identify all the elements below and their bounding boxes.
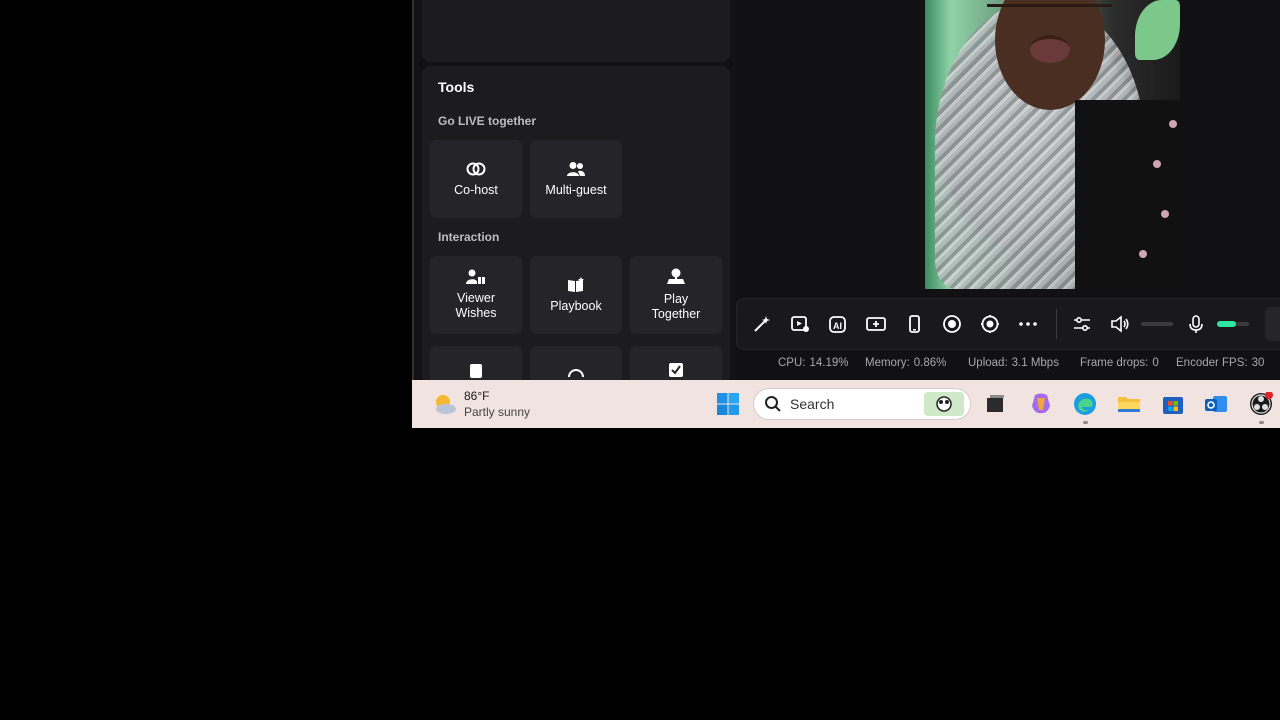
tool-tile-row3-2[interactable]: [530, 346, 622, 380]
ai-icon: AI: [829, 316, 846, 333]
book-icon: [568, 276, 584, 292]
microphone-button[interactable]: [1185, 313, 1207, 335]
obs-running-indicator: [1259, 421, 1264, 424]
play-together-icon: [667, 268, 685, 284]
control-separator: [1056, 309, 1057, 339]
outlook-icon[interactable]: [1204, 392, 1228, 416]
memory-stat: Memory: 0.86%: [865, 357, 947, 369]
multi-guest-label: Multi-guest: [545, 182, 607, 197]
speaker-icon: [1111, 315, 1129, 333]
tools-panel: Tools Go LIVE together Co-host Multi-gue…: [422, 66, 730, 380]
tool-tile-row3-1[interactable]: [430, 346, 522, 380]
magic-wand-icon: [754, 316, 770, 332]
weather-temp: 86°F: [464, 389, 490, 403]
left-panel: Tools Go LIVE together Co-host Multi-gue…: [414, 0, 736, 380]
record-icon: [943, 315, 961, 333]
streaming-app-window: Tools Go LIVE together Co-host Multi-gue…: [412, 0, 1280, 380]
tool-tile-row3-3[interactable]: [630, 346, 722, 380]
multi-guest-button[interactable]: Multi-guest: [530, 140, 622, 218]
media-button[interactable]: [789, 313, 811, 335]
ai-button[interactable]: AI: [827, 313, 849, 335]
add-source-button[interactable]: [865, 313, 887, 335]
mic-volume-level: [1217, 321, 1236, 327]
top-card: [422, 0, 730, 62]
effects-button[interactable]: [751, 313, 773, 335]
co-host-label: Co-host: [454, 182, 498, 197]
search-highlight-icon: [924, 392, 964, 416]
playbook-label: Playbook: [550, 298, 602, 313]
record-button[interactable]: [941, 313, 963, 335]
windows-taskbar: 86°F Partly sunny Search: [412, 380, 1280, 428]
phone-icon: [909, 315, 920, 333]
frame-drops-stat: Frame drops: 0: [1080, 357, 1159, 369]
edge-icon[interactable]: [1073, 392, 1097, 416]
stream-control-bar: AI: [736, 298, 1280, 350]
settings-adjust-button[interactable]: [1071, 313, 1093, 335]
svg-text:AI: AI: [833, 321, 842, 331]
viewer-wishes-label: Viewer Wishes: [455, 291, 497, 320]
obs-icon[interactable]: [1249, 392, 1273, 416]
weather-widget[interactable]: 86°F Partly sunny: [432, 388, 530, 420]
windows-start-icon[interactable]: [716, 392, 740, 416]
playbook-button[interactable]: Playbook: [530, 256, 622, 334]
phone-button[interactable]: [903, 313, 925, 335]
media-icon: [791, 316, 809, 332]
play-together-button[interactable]: Play Together: [630, 256, 722, 334]
interaction-section-label: Interaction: [438, 230, 500, 244]
edge-running-indicator: [1083, 421, 1088, 424]
play-together-label: Play Together: [651, 292, 701, 321]
users-icon: [567, 161, 585, 176]
speaker-volume-slider[interactable]: [1141, 322, 1173, 326]
taskbar-search[interactable]: Search: [753, 388, 971, 420]
link-icon: [466, 162, 486, 175]
gift-user-icon: [466, 269, 485, 284]
partly-sunny-icon: [436, 395, 456, 414]
more-icon: [1019, 322, 1037, 326]
go-live-button-partial[interactable]: [1265, 307, 1280, 341]
weather-desc: Partly sunny: [464, 405, 531, 419]
store-icon[interactable]: [1161, 392, 1185, 416]
window-border: [412, 0, 414, 380]
add-source-icon: [866, 317, 886, 331]
copilot-icon[interactable]: [1029, 392, 1053, 416]
tools-title: Tools: [438, 79, 475, 95]
task-view-icon[interactable]: [983, 392, 1007, 416]
virtual-camera-icon: [981, 315, 999, 333]
cpu-stat: CPU: 14.19%: [778, 357, 849, 369]
quiz-icon: [470, 364, 482, 378]
search-icon: [765, 396, 781, 412]
upload-stat: Upload: 3.1 Mbps: [968, 357, 1059, 369]
microphone-icon: [1189, 315, 1203, 333]
gauge-icon: [568, 369, 584, 378]
encoder-fps-stat: Encoder FPS: 30: [1176, 357, 1265, 369]
go-live-section-label: Go LIVE together: [438, 114, 537, 128]
adjust-icon: [1074, 316, 1090, 332]
more-button[interactable]: [1017, 313, 1039, 335]
search-placeholder: Search: [790, 396, 835, 412]
file-explorer-icon[interactable]: [1117, 392, 1141, 416]
viewer-wishes-button[interactable]: Viewer Wishes: [430, 256, 522, 334]
virtual-camera-button[interactable]: [979, 313, 1001, 335]
co-host-button[interactable]: Co-host: [430, 140, 522, 218]
speaker-button[interactable]: [1109, 313, 1131, 335]
camera-preview: [925, 0, 1180, 289]
checklist-icon: [669, 363, 683, 377]
